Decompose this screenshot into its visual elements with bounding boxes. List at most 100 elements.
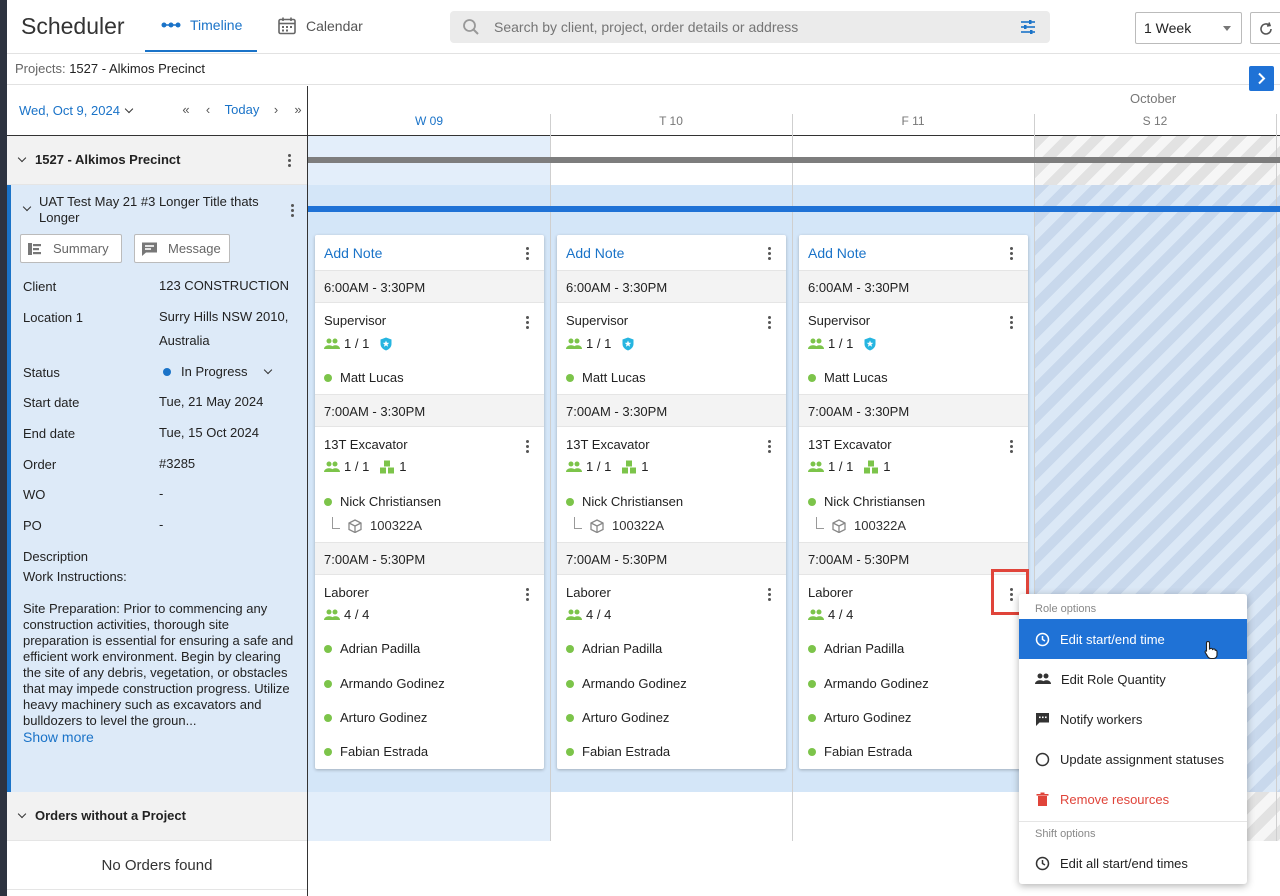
last-page-button[interactable]: » xyxy=(287,102,309,117)
status-dropdown[interactable]: In Progress xyxy=(163,360,303,384)
day-header: W 09 xyxy=(414,114,443,128)
people-icon xyxy=(324,338,340,349)
worker-item[interactable]: Arturo Godinez xyxy=(324,710,427,725)
more-options-icon[interactable] xyxy=(291,204,295,218)
more-options-icon[interactable] xyxy=(526,316,530,330)
next-button[interactable]: › xyxy=(265,102,287,117)
equipment-quantity: 1 xyxy=(641,459,649,474)
prev-button[interactable]: ‹ xyxy=(197,102,219,117)
tab-timeline[interactable]: Timeline xyxy=(145,0,257,52)
more-options-icon[interactable] xyxy=(768,588,772,602)
more-options-icon[interactable] xyxy=(526,247,530,261)
worker-item[interactable]: Adrian Padilla xyxy=(808,641,904,656)
quantity-value: 1 / 1 xyxy=(344,336,370,351)
worker-item[interactable]: Matt Lucas xyxy=(566,370,646,385)
people-icon xyxy=(566,609,582,620)
asset-code: 100322A xyxy=(612,518,665,533)
refresh-button[interactable] xyxy=(1250,12,1280,44)
chat-icon xyxy=(1036,712,1049,726)
more-options-icon[interactable] xyxy=(526,440,530,454)
project-timeline-bar[interactable] xyxy=(308,157,1280,163)
more-options-icon[interactable] xyxy=(1010,440,1014,454)
field-value: Tue, 15 Oct 2024 xyxy=(159,425,259,440)
field-label: WO xyxy=(23,487,46,502)
field-label: Start date xyxy=(23,395,80,410)
summary-label: Summary xyxy=(53,241,109,256)
menu-item-edit-all-start-end-times[interactable]: Edit all start/end times xyxy=(1019,843,1247,883)
worker-item[interactable]: Fabian Estrada xyxy=(324,744,428,759)
worker-item[interactable]: Adrian Padilla xyxy=(566,641,662,656)
day-header: S 12 xyxy=(1142,114,1168,128)
clock-icon xyxy=(1035,856,1050,870)
worker-item[interactable]: Matt Lucas xyxy=(808,370,888,385)
today-button[interactable]: Today xyxy=(219,102,265,117)
project-row[interactable]: 1527 - Alkimos Precinct xyxy=(7,136,307,185)
worker-item[interactable]: Matt Lucas xyxy=(324,370,404,385)
equipment-icon xyxy=(380,460,395,473)
more-options-icon[interactable] xyxy=(768,247,772,261)
show-more-link[interactable]: Show more xyxy=(23,729,94,745)
menu-item-label: Edit Role Quantity xyxy=(1061,671,1166,687)
message-button[interactable]: Message xyxy=(134,234,230,263)
asset-item[interactable]: 100322A xyxy=(574,516,665,533)
tab-calendar[interactable]: Calendar xyxy=(277,0,387,52)
more-options-icon[interactable] xyxy=(768,316,772,330)
add-note-link[interactable]: Add Note xyxy=(324,245,382,261)
status-dot xyxy=(566,373,574,382)
search-input[interactable] xyxy=(494,11,1014,43)
worker-item[interactable]: Arturo Godinez xyxy=(808,710,911,725)
role-title: Supervisor xyxy=(808,313,871,328)
worker-item[interactable]: Nick Christiansen xyxy=(324,494,441,509)
worker-item[interactable]: Armando Godinez xyxy=(566,676,687,691)
cube-icon xyxy=(590,518,604,533)
more-options-icon[interactable] xyxy=(1010,247,1014,261)
more-options-icon[interactable] xyxy=(1010,316,1014,330)
add-note-link[interactable]: Add Note xyxy=(808,245,866,261)
summary-button[interactable]: Summary xyxy=(20,234,122,263)
orders-without-project-title: Orders without a Project xyxy=(35,808,186,823)
worker-item[interactable]: Fabian Estrada xyxy=(566,744,670,759)
projects-value[interactable]: 1527 - Alkimos Precinct xyxy=(69,61,205,76)
worker-item[interactable]: Armando Godinez xyxy=(324,676,445,691)
more-options-icon[interactable] xyxy=(288,154,292,168)
worker-name: Arturo Godinez xyxy=(582,710,670,725)
order-timeline-bar[interactable] xyxy=(308,206,1280,212)
chevron-down-icon[interactable] xyxy=(17,809,27,819)
worker-item[interactable]: Adrian Padilla xyxy=(324,641,420,656)
chevron-down-icon[interactable] xyxy=(22,202,32,212)
more-options-icon[interactable] xyxy=(768,440,772,454)
worker-item[interactable]: Fabian Estrada xyxy=(808,744,912,759)
worker-item[interactable]: Nick Christiansen xyxy=(808,494,925,509)
menu-item-notify-workers[interactable]: Notify workers xyxy=(1019,699,1247,739)
chevron-down-icon[interactable] xyxy=(17,153,27,163)
status-dot xyxy=(566,713,574,722)
certified-badge-icon xyxy=(380,337,392,350)
menu-item-edit-role-quantity[interactable]: Edit Role Quantity xyxy=(1019,659,1247,699)
asset-item[interactable]: 100322A xyxy=(332,516,422,533)
menu-item-update-assignment-statuses[interactable]: Update assignment statuses xyxy=(1019,739,1247,779)
filter-settings-icon[interactable] xyxy=(1020,19,1036,35)
date-picker-value: Wed, Oct 9, 2024 xyxy=(19,103,120,118)
worker-item[interactable]: Arturo Godinez xyxy=(566,710,669,725)
menu-item-remove-resources[interactable]: Remove resources xyxy=(1019,779,1247,819)
cube-icon xyxy=(832,518,846,533)
status-dot xyxy=(324,644,332,653)
people-icon xyxy=(808,338,824,349)
search-box xyxy=(450,11,1050,43)
range-select[interactable]: 1 Week xyxy=(1135,12,1242,44)
quantity-value: 4 / 4 xyxy=(828,607,854,622)
people-icon xyxy=(324,609,340,620)
orders-without-project-row[interactable]: Orders without a Project xyxy=(7,792,307,841)
add-note-link[interactable]: Add Note xyxy=(566,245,624,261)
worker-item[interactable]: Armando Godinez xyxy=(808,676,929,691)
date-picker[interactable]: Wed, Oct 9, 2024 xyxy=(19,103,134,118)
asset-item[interactable]: 100322A xyxy=(816,516,906,533)
day-card: Add Note 6:00AM - 3:30PM Supervisor 1 / … xyxy=(799,235,1028,769)
menu-item-label: Notify workers xyxy=(1060,711,1143,727)
status-dot xyxy=(324,747,332,756)
worker-item[interactable]: Nick Christiansen xyxy=(566,494,683,509)
first-page-button[interactable]: « xyxy=(175,102,197,117)
field-label: Order xyxy=(23,457,57,472)
role-title: 13T Excavator xyxy=(324,437,408,452)
more-options-icon[interactable] xyxy=(526,588,530,602)
